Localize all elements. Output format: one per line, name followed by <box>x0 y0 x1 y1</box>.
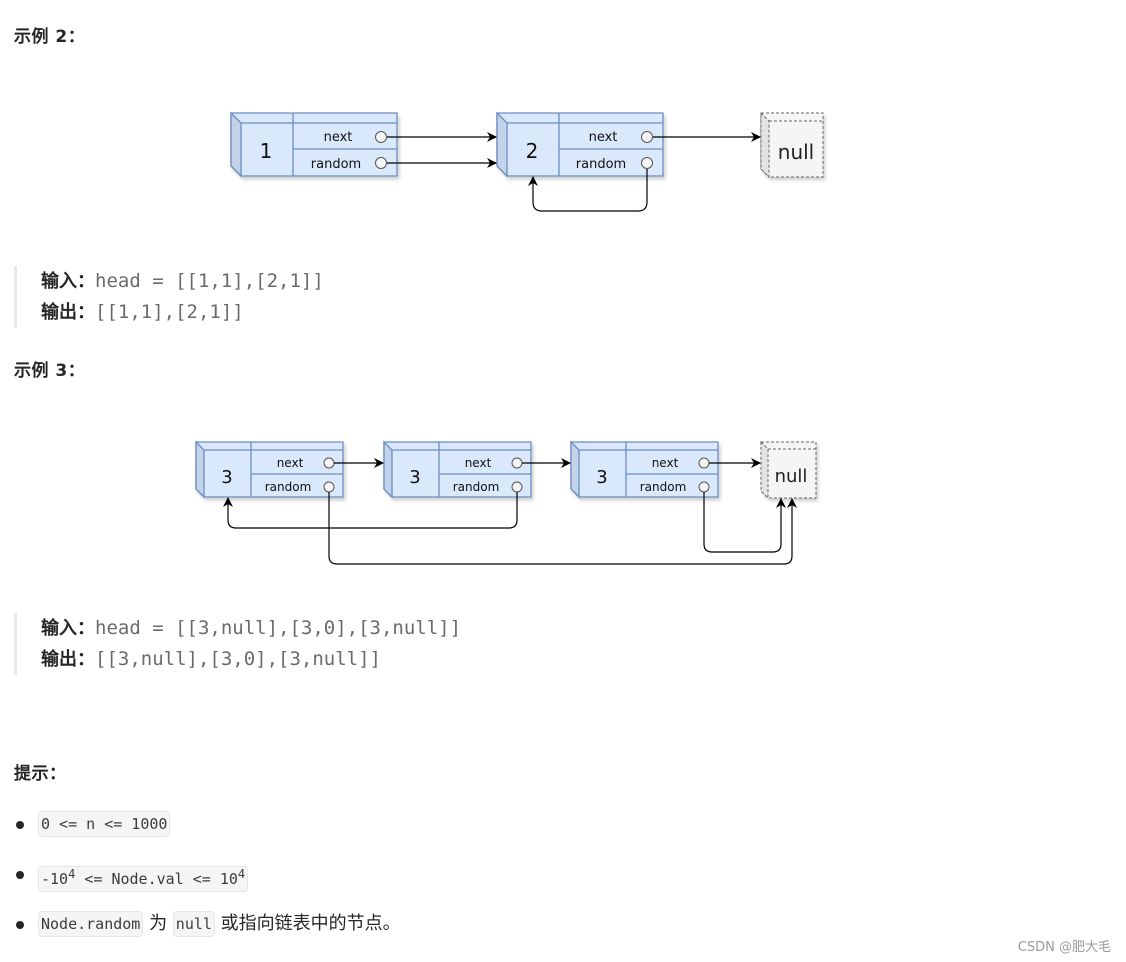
random-label: random <box>453 480 500 494</box>
random-pointer-dot <box>698 481 710 493</box>
random-arrow <box>703 492 786 553</box>
output-label: 输出： <box>41 649 95 670</box>
constraint-text: 或指向链表中的节点。 <box>214 913 401 934</box>
watermark: CSDN @肥大毛 <box>1017 940 1111 955</box>
constraint-code: -104 <= Node.val <= 104 <box>38 866 249 892</box>
next-pointer-dot <box>375 131 387 143</box>
next-label: next <box>589 130 618 145</box>
example-3-io: 输入：head = [[3,null],[3,0],[3,null]] 输出：[… <box>14 613 461 675</box>
next-label: next <box>324 130 353 145</box>
random-pointer-dot <box>511 481 523 493</box>
input-label: 输入： <box>41 618 95 639</box>
random-label: random <box>576 157 626 172</box>
code-part: -10 <box>41 870 69 888</box>
next-label: next <box>652 456 679 470</box>
input-label: 输入： <box>41 271 95 292</box>
random-pointer-dot <box>323 481 335 493</box>
node-value: 2 <box>526 139 539 163</box>
output-label: 输出： <box>41 302 95 323</box>
next-pointer-dot <box>641 131 653 143</box>
next-pointer-dot <box>323 457 335 469</box>
node-value: 1 <box>260 139 273 163</box>
input-value: head = [[1,1],[2,1]] <box>95 270 324 292</box>
random-label: random <box>640 480 687 494</box>
constraint-text: 为 <box>143 913 173 934</box>
next-pointer-dot <box>511 457 523 469</box>
output-value: [[1,1],[2,1]] <box>95 301 244 323</box>
random-pointer-dot <box>641 157 653 169</box>
random-label: random <box>265 480 312 494</box>
random-pointer-dot <box>375 157 387 169</box>
constraint-code: 0 <= n <= 1000 <box>38 811 171 837</box>
example-2-io: 输入：head = [[1,1],[2,1]] 输出：[[1,1],[2,1]] <box>14 266 324 328</box>
tips-heading: 提示： <box>14 764 67 784</box>
exponent: 4 <box>237 867 246 881</box>
next-label: next <box>465 456 492 470</box>
constraint-code: Node.random <box>38 911 144 937</box>
list-item: 0 <= n <= 1000 <box>14 805 401 855</box>
node-value: 3 <box>409 467 420 488</box>
tips-list: 0 <= n <= 1000 -104 <= Node.val <= 104 N… <box>14 805 401 955</box>
null-label: null <box>778 140 814 164</box>
null-label: null <box>775 466 808 487</box>
node-value: 3 <box>596 467 607 488</box>
next-pointer-dot <box>698 457 710 469</box>
example-3-diagram: 3 next random 3 next random 3 next rando… <box>195 440 817 565</box>
code-part: <= Node.val <= 10 <box>75 870 238 888</box>
random-label: random <box>311 157 361 172</box>
example-2-diagram: 1 next random 2 next random null <box>230 111 824 212</box>
input-value: head = [[3,null],[3,0],[3,null]] <box>95 617 462 639</box>
output-value: [[3,null],[3,0],[3,null]] <box>95 648 381 670</box>
constraint-code: null <box>172 911 215 937</box>
example-3-heading: 示例 3： <box>14 361 86 381</box>
list-item: -104 <= Node.val <= 104 <box>14 855 401 905</box>
list-item: Node.random 为 null 或指向链表中的节点。 <box>14 905 401 955</box>
next-label: next <box>277 456 304 470</box>
node-value: 3 <box>221 467 232 488</box>
